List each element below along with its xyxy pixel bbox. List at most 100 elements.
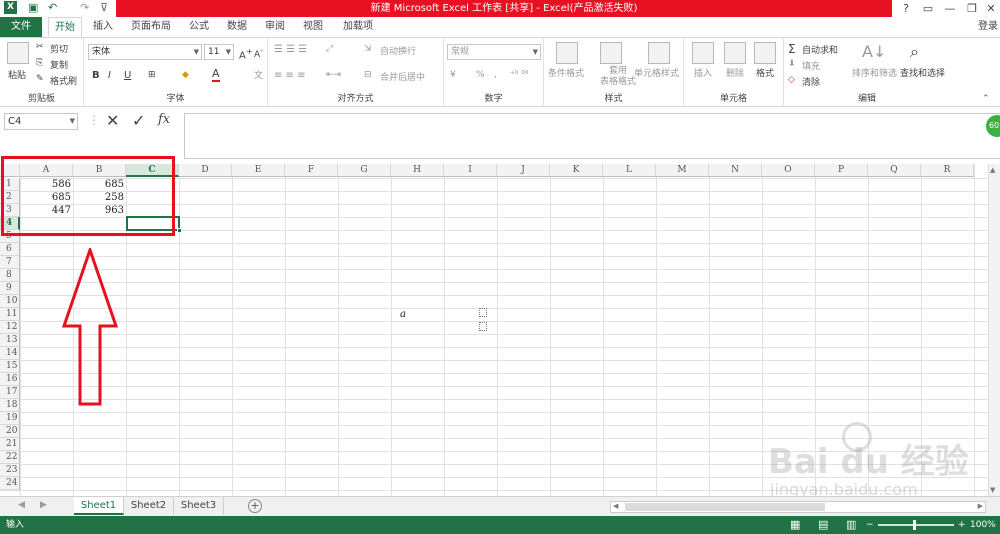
scroll-right-icon[interactable]: ▶ bbox=[978, 502, 983, 510]
page-layout-view-icon[interactable]: ▤ bbox=[818, 516, 828, 534]
insert-cells-icon[interactable] bbox=[692, 42, 714, 64]
comma-icon[interactable]: , bbox=[494, 70, 497, 80]
clear-icon[interactable]: ◇ bbox=[788, 75, 795, 85]
row-header-15[interactable]: 15 bbox=[0, 360, 20, 373]
row-header-24[interactable]: 24 bbox=[0, 477, 20, 490]
row-header-17[interactable]: 17 bbox=[0, 386, 20, 399]
row-header-13[interactable]: 13 bbox=[0, 334, 20, 347]
merge-icon[interactable]: ⊟ bbox=[364, 70, 372, 80]
tab-review[interactable]: 审阅 bbox=[260, 17, 290, 37]
format-cells-button[interactable]: 格式 bbox=[756, 66, 774, 79]
row-header-8[interactable]: 8 bbox=[0, 269, 20, 282]
cut-icon[interactable]: ✂ bbox=[36, 42, 44, 52]
tab-page-layout[interactable]: 页面布局 bbox=[128, 17, 174, 37]
tab-home[interactable]: 开始 bbox=[48, 17, 82, 37]
page-break-view-icon[interactable]: ▥ bbox=[846, 516, 856, 534]
fill-icon[interactable]: ⬇ bbox=[788, 59, 796, 69]
zoom-slider-thumb[interactable] bbox=[913, 520, 916, 530]
indent-icon[interactable]: ⇤⇥ bbox=[326, 70, 341, 80]
login-link[interactable]: 登录 bbox=[976, 17, 1000, 37]
column-header-i[interactable]: I bbox=[444, 164, 497, 177]
format-painter-button[interactable]: 格式刷 bbox=[50, 74, 77, 87]
autosum-button[interactable]: 自动求和 bbox=[802, 43, 838, 56]
horizontal-scrollbar[interactable]: ◀ ▶ bbox=[610, 501, 986, 513]
zoom-slider[interactable] bbox=[878, 520, 954, 530]
row-header-23[interactable]: 23 bbox=[0, 464, 20, 477]
formula-input[interactable] bbox=[184, 113, 1000, 159]
redo-icon[interactable]: ↷ bbox=[80, 1, 89, 14]
row-header-14[interactable]: 14 bbox=[0, 347, 20, 360]
name-box[interactable]: C4 ▼ bbox=[4, 113, 78, 130]
ribbon-display-icon[interactable]: ▭ bbox=[917, 0, 939, 17]
scroll-thumb[interactable] bbox=[625, 503, 825, 511]
tab-insert[interactable]: 插入 bbox=[88, 17, 118, 37]
help-icon[interactable]: ? bbox=[895, 0, 917, 17]
undo-icon[interactable]: ↶ bbox=[48, 1, 57, 14]
paste-button[interactable]: 粘贴 bbox=[8, 68, 26, 81]
phonetic-icon[interactable]: 文 bbox=[254, 68, 263, 81]
customize-toolbar-icon[interactable]: ⊽ bbox=[100, 1, 108, 14]
column-header-n[interactable]: N bbox=[709, 164, 762, 177]
column-header-l[interactable]: L bbox=[603, 164, 656, 177]
insert-function-button[interactable]: fx bbox=[158, 112, 170, 127]
column-header-e[interactable]: E bbox=[232, 164, 285, 177]
bold-button[interactable]: B bbox=[92, 70, 100, 81]
column-header-q[interactable]: Q bbox=[868, 164, 921, 177]
percent-button[interactable]: % bbox=[476, 70, 485, 80]
font-size-select[interactable]: 11 ▼ bbox=[204, 44, 234, 60]
sheet-tab-sheet1[interactable]: Sheet1 bbox=[74, 497, 124, 515]
row-header-9[interactable]: 9 bbox=[0, 282, 20, 295]
shrink-font-icon[interactable]: A- bbox=[254, 46, 263, 60]
column-header-o[interactable]: O bbox=[762, 164, 815, 177]
autosum-icon[interactable]: Σ bbox=[788, 42, 796, 56]
cancel-entry-icon[interactable]: ✕ bbox=[106, 111, 119, 130]
tab-file[interactable]: 文件 bbox=[0, 17, 42, 37]
tab-data[interactable]: 数据 bbox=[222, 17, 252, 37]
tab-formulas[interactable]: 公式 bbox=[184, 17, 214, 37]
paste-icon[interactable] bbox=[7, 42, 29, 64]
zoom-out-icon[interactable]: − bbox=[866, 516, 874, 534]
cell-h11[interactable]: a bbox=[400, 308, 420, 321]
zoom-in-icon[interactable]: + bbox=[958, 516, 966, 534]
insert-cells-button[interactable]: 插入 bbox=[694, 66, 712, 79]
column-header-r[interactable]: R bbox=[921, 164, 974, 177]
wrap-text-icon[interactable]: ⇲ bbox=[364, 44, 372, 54]
clear-button[interactable]: 清除 bbox=[802, 75, 820, 88]
save-icon[interactable]: ▣ bbox=[28, 1, 38, 14]
conditional-format-icon[interactable] bbox=[556, 42, 578, 64]
copy-button[interactable]: 复制 bbox=[50, 58, 68, 71]
cut-button[interactable]: 剪切 bbox=[50, 42, 68, 55]
row-header-16[interactable]: 16 bbox=[0, 373, 20, 386]
cell-style-button[interactable]: 单元格样式 bbox=[634, 66, 679, 79]
prev-sheet-icon[interactable]: ◀ bbox=[18, 500, 25, 510]
worksheet-grid[interactable]: ABCDEFGHIJKLMNOPQR 1 2 3 4 5 6 7 8 9 10 11 12 13 14 15… bbox=[0, 156, 994, 499]
sort-filter-icon[interactable]: A↓ bbox=[862, 42, 886, 64]
column-header-j[interactable]: J bbox=[497, 164, 550, 177]
tab-addins[interactable]: 加载项 bbox=[338, 17, 378, 37]
column-header-m[interactable]: M bbox=[656, 164, 709, 177]
font-name-select[interactable]: 宋体 ▼ bbox=[88, 44, 202, 60]
table-format-icon[interactable] bbox=[600, 42, 622, 64]
column-header-d[interactable]: D bbox=[179, 164, 232, 177]
row-header-7[interactable]: 7 bbox=[0, 256, 20, 269]
table-format-button[interactable]: 套用 表格格式 bbox=[600, 66, 636, 88]
underline-button[interactable]: U bbox=[124, 70, 131, 81]
delete-cells-button[interactable]: 删除 bbox=[726, 66, 744, 79]
row-header-20[interactable]: 20 bbox=[0, 425, 20, 438]
fill-handle[interactable] bbox=[177, 228, 182, 233]
sheet-tab-sheet3[interactable]: Sheet3 bbox=[174, 497, 224, 515]
grow-font-icon[interactable]: A+ bbox=[239, 46, 253, 61]
merge-center-button[interactable]: 合并后居中 bbox=[380, 70, 425, 83]
decimal-icon[interactable]: ⁺⁰ ⁰⁰ bbox=[510, 70, 528, 80]
align-left-icon[interactable]: ≡ ≡ ≡ bbox=[274, 70, 306, 81]
delete-cells-icon[interactable] bbox=[724, 42, 746, 64]
column-header-f[interactable]: F bbox=[285, 164, 338, 177]
column-header-p[interactable]: P bbox=[815, 164, 868, 177]
italic-button[interactable]: I bbox=[108, 70, 111, 81]
border-icon[interactable]: ⊞ bbox=[148, 70, 156, 80]
column-header-h[interactable]: H bbox=[391, 164, 444, 177]
find-select-icon[interactable]: ⌕ bbox=[910, 42, 932, 64]
row-header-10[interactable]: 10 bbox=[0, 295, 20, 308]
conditional-format-button[interactable]: 条件格式 bbox=[548, 66, 584, 79]
column-header-k[interactable]: K bbox=[550, 164, 603, 177]
